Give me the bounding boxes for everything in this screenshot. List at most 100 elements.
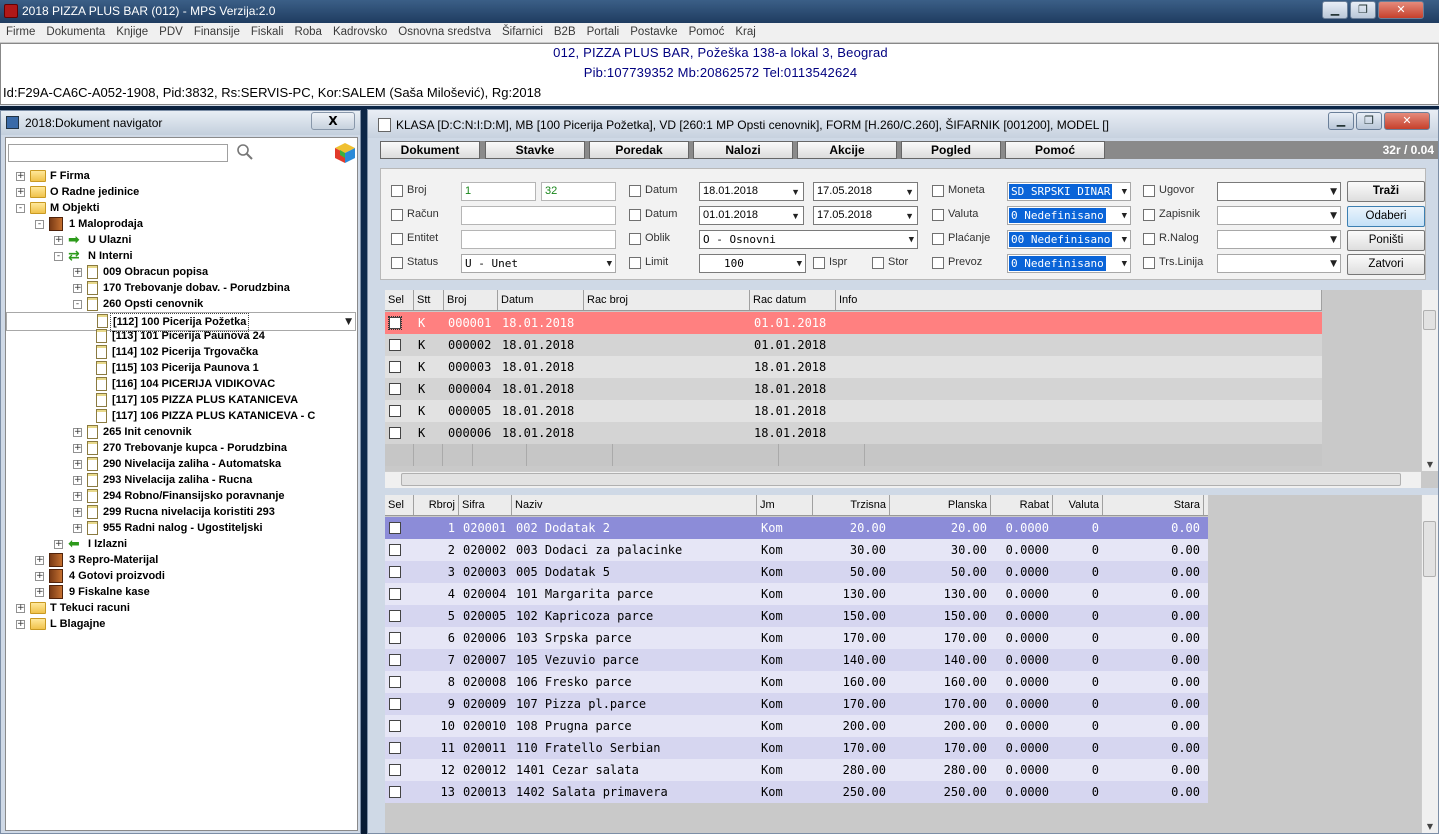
tree-node[interactable]: + ➡ U Ulazni: [6, 232, 356, 248]
items-col-header[interactable]: Stara: [1103, 495, 1204, 515]
tree-node[interactable]: - ⇄ N Interni: [6, 248, 356, 264]
table-row[interactable]: 8 020008 106 Fresko parce Kom 160.00 160.00 0.…: [385, 671, 1208, 693]
toolbar-pogled-button[interactable]: Pogled: [901, 141, 1001, 159]
items-scroll-thumb[interactable]: [1423, 521, 1436, 577]
documents-hscroll-thumb[interactable]: [401, 473, 1401, 486]
prevoz-select[interactable]: 0 Nedefinisano: [1007, 254, 1131, 273]
entitet-input[interactable]: [461, 230, 616, 249]
documents-col-header[interactable]: Info: [836, 290, 1322, 310]
document-titlebar[interactable]: KLASA [D:C:N:I:D:M], MB [100 Picerija Po…: [368, 110, 1438, 138]
document-close-icon[interactable]: ✕: [1384, 112, 1430, 130]
row-select-checkbox[interactable]: [389, 786, 401, 798]
zapisnik-checkbox[interactable]: [1143, 209, 1155, 221]
minimize-icon[interactable]: ▁: [1322, 1, 1348, 19]
menu-b2b[interactable]: B2B: [548, 23, 581, 38]
navigator-titlebar[interactable]: 2018:Dokument navigator X: [1, 111, 360, 135]
limit-select[interactable]: 100: [699, 254, 806, 273]
ugovor-checkbox[interactable]: [1143, 185, 1155, 197]
menu--ifarnici[interactable]: Šifarnici: [496, 23, 548, 38]
status-select[interactable]: U - Unet: [461, 254, 616, 273]
expand-icon[interactable]: +: [54, 540, 63, 549]
tree-node[interactable]: +9 Fiskalne kase: [6, 584, 356, 600]
moneta-select[interactable]: SD SRPSKI DINAR: [1007, 182, 1131, 201]
row-select-checkbox[interactable]: [389, 405, 401, 417]
expand-icon[interactable]: +: [73, 508, 82, 517]
toolbar-pomo--button[interactable]: Pomoć: [1005, 141, 1105, 159]
row-select-checkbox[interactable]: [389, 339, 401, 351]
row-select-checkbox[interactable]: [389, 632, 401, 644]
row-select-checkbox[interactable]: [389, 361, 401, 373]
menu-kraj[interactable]: Kraj: [729, 23, 760, 38]
broj-checkbox[interactable]: [391, 185, 403, 197]
toolbar-akcije-button[interactable]: Akcije: [797, 141, 897, 159]
cube-icon[interactable]: [334, 142, 356, 164]
items-col-header[interactable]: Planska: [890, 495, 991, 515]
items-col-header[interactable]: Trzisna: [813, 495, 890, 515]
main-titlebar[interactable]: 2018 PIZZA PLUS BAR (012) - MPS Verzija:…: [0, 0, 1439, 23]
search-icon[interactable]: [236, 143, 254, 161]
datum1-from-select[interactable]: 18.01.2018: [699, 182, 804, 201]
menu-roba[interactable]: Roba: [288, 23, 327, 38]
menu-pomo-[interactable]: Pomoć: [683, 23, 730, 38]
prevoz-checkbox[interactable]: [932, 257, 944, 269]
table-row[interactable]: 11 020011 110 Fratello Serbian Kom 170.00 170…: [385, 737, 1208, 759]
items-col-header[interactable]: Naziv: [512, 495, 757, 515]
items-vertical-scrollbar[interactable]: ▼: [1421, 495, 1438, 833]
datum2-from-select[interactable]: 01.01.2018: [699, 206, 804, 225]
tree-node[interactable]: +299 Rucna nivelacija koristiti 293: [6, 504, 356, 520]
collapse-icon[interactable]: -: [35, 220, 44, 229]
expand-icon[interactable]: +: [73, 268, 82, 277]
documents-col-header[interactable]: Sel: [385, 290, 414, 310]
restore-icon[interactable]: ❐: [1350, 1, 1376, 19]
tree-node[interactable]: [115] 103 Picerija Paunova 1: [6, 360, 356, 376]
racun-checkbox[interactable]: [391, 209, 403, 221]
trslinija-select[interactable]: [1217, 254, 1341, 273]
tree-node[interactable]: +293 Nivelacija zaliha - Rucna: [6, 472, 356, 488]
moneta-checkbox[interactable]: [932, 185, 944, 197]
collapse-icon[interactable]: -: [16, 204, 25, 213]
table-row[interactable]: 13 020013 1402 Salata primavera Kom 250.00 25…: [385, 781, 1208, 803]
menu-finansije[interactable]: Finansije: [188, 23, 245, 38]
rnalog-checkbox[interactable]: [1143, 233, 1155, 245]
documents-scroll-thumb[interactable]: [1423, 310, 1436, 330]
tree-node[interactable]: +290 Nivelacija zaliha - Automatska: [6, 456, 356, 472]
ugovor-select[interactable]: [1217, 182, 1341, 201]
toolbar-poredak-button[interactable]: Poredak: [589, 141, 689, 159]
row-select-checkbox[interactable]: [389, 654, 401, 666]
rnalog-select[interactable]: [1217, 230, 1341, 249]
menu-postavke[interactable]: Postavke: [624, 23, 682, 38]
navigator-search-input[interactable]: [8, 144, 228, 162]
ispr-checkbox[interactable]: [813, 257, 825, 269]
items-col-header[interactable]: Sel: [385, 495, 414, 515]
table-row[interactable]: 12 020012 1401 Cezar salata Kom 280.00 280.00…: [385, 759, 1208, 781]
documents-col-header[interactable]: Rac datum: [750, 290, 836, 310]
menu-kadrovsko[interactable]: Kadrovsko: [327, 23, 392, 38]
datum2-to-select[interactable]: 17.05.2018: [813, 206, 918, 225]
row-select-checkbox[interactable]: [388, 316, 402, 330]
table-row[interactable]: 5 020005 102 Kapricoza parce Kom 150.00 150.0…: [385, 605, 1208, 627]
expand-icon[interactable]: +: [16, 604, 25, 613]
tree-node[interactable]: +265 Init cenovnik: [6, 424, 356, 440]
entitet-checkbox[interactable]: [391, 233, 403, 245]
documents-col-header[interactable]: Datum: [498, 290, 584, 310]
toolbar-nalozi-button[interactable]: Nalozi: [693, 141, 793, 159]
table-row[interactable]: 6 020006 103 Srpska parce Kom 170.00 170.00 0.…: [385, 627, 1208, 649]
toolbar-stavke-button[interactable]: Stavke: [485, 141, 585, 159]
tree-node[interactable]: [114] 102 Picerija Trgovačka: [6, 344, 356, 360]
menu-fiskali[interactable]: Fiskali: [245, 23, 289, 38]
tree-node[interactable]: - M Objekti: [6, 200, 356, 216]
documents-horizontal-scrollbar[interactable]: [385, 471, 1421, 488]
stor-checkbox[interactable]: [872, 257, 884, 269]
table-row[interactable]: K 000001 18.01.2018 01.01.2018: [385, 312, 1322, 334]
tree-node[interactable]: [116] 104 PICERIJA VIDIKOVAC: [6, 376, 356, 392]
row-select-checkbox[interactable]: [389, 427, 401, 439]
close-icon[interactable]: ✕: [1378, 1, 1424, 19]
row-select-checkbox[interactable]: [389, 610, 401, 622]
expand-icon[interactable]: +: [73, 460, 82, 469]
limit-checkbox[interactable]: [629, 257, 641, 269]
row-select-checkbox[interactable]: [389, 588, 401, 600]
items-col-header[interactable]: Jm: [757, 495, 813, 515]
row-select-checkbox[interactable]: [389, 720, 401, 732]
expand-icon[interactable]: +: [73, 524, 82, 533]
row-select-checkbox[interactable]: [389, 742, 401, 754]
